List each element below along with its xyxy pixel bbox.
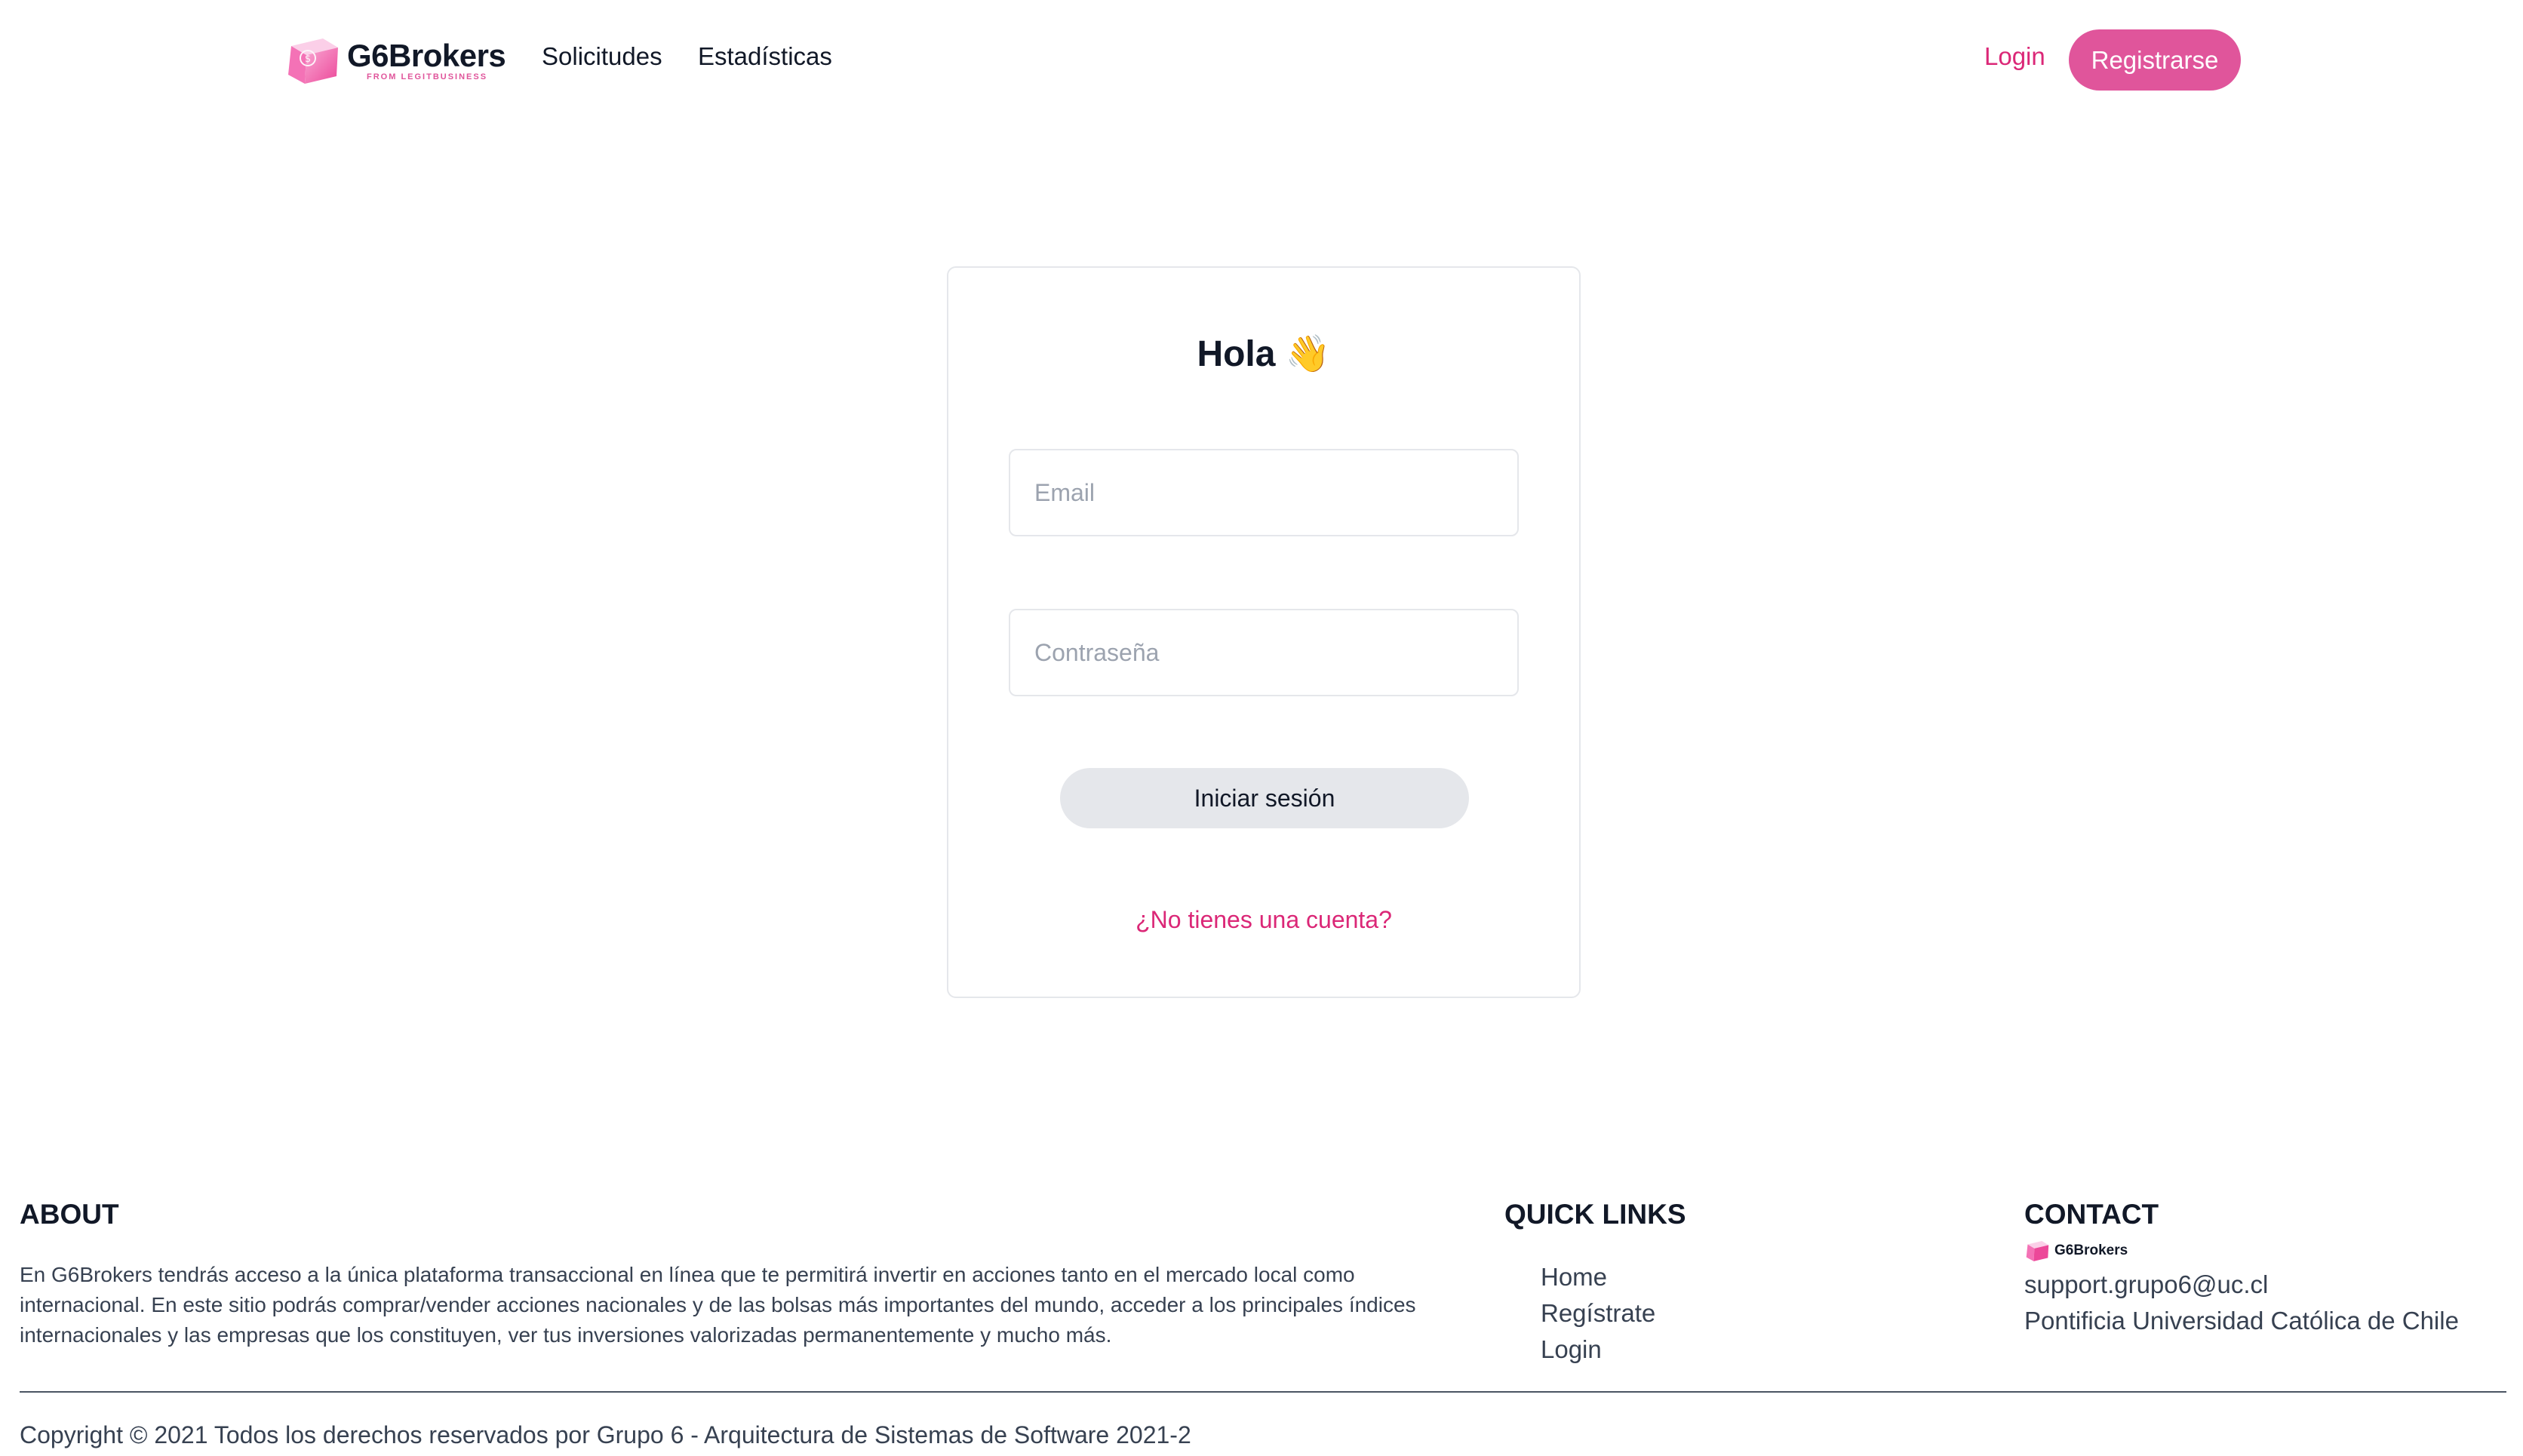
footer-link-registrate[interactable]: Regístrate <box>1541 1299 1655 1328</box>
footer-link-login[interactable]: Login <box>1541 1335 1602 1364</box>
contact-email[interactable]: support.grupo6@uc.cl <box>2024 1270 2268 1299</box>
brand-logo[interactable]: $ G6Brokers FROM LEGITBUSINESS <box>284 33 506 88</box>
footer-brand-logo: G6Brokers <box>2024 1239 2128 1262</box>
copyright-text: Copyright © 2021 Todos los derechos rese… <box>20 1421 1191 1448</box>
footer-quick-links-heading: QUICK LINKS <box>1504 1199 1686 1230</box>
signup-link[interactable]: ¿No tienes una cuenta? <box>948 906 1579 934</box>
contact-organization: Pontificia Universidad Católica de Chile <box>2024 1307 2459 1335</box>
login-card: Hola 👋 Email Contraseña Iniciar sesión ¿… <box>947 266 1581 998</box>
mini-logo-cube-icon <box>2026 1241 2049 1261</box>
brand-tagline: FROM LEGITBUSINESS <box>367 72 488 81</box>
footer-about-heading: ABOUT <box>20 1199 119 1230</box>
top-navbar: $ G6Brokers FROM LEGITBUSINESS Solicitud… <box>0 0 2523 124</box>
password-input[interactable]: Contraseña <box>1009 609 1519 696</box>
logo-cube-icon: $ <box>288 38 338 84</box>
nav-login-link[interactable]: Login <box>1984 42 2045 71</box>
footer-contact-heading: CONTACT <box>2024 1199 2159 1230</box>
svg-text:$: $ <box>305 54 311 65</box>
footer-brand-name: G6Brokers <box>2054 1243 2128 1258</box>
nav-link-solicitudes[interactable]: Solicitudes <box>542 42 662 71</box>
footer-about-text: En G6Brokers tendrás acceso a la única p… <box>20 1263 1416 1347</box>
footer-divider <box>20 1391 2506 1393</box>
password-placeholder: Contraseña <box>1034 638 1160 666</box>
email-input[interactable]: Email <box>1009 449 1519 536</box>
register-button[interactable]: Registrarse <box>2069 29 2241 91</box>
email-placeholder: Email <box>1034 478 1096 506</box>
login-submit-button[interactable]: Iniciar sesión <box>1060 768 1469 828</box>
nav-link-estadisticas[interactable]: Estadísticas <box>698 42 832 71</box>
footer-link-home[interactable]: Home <box>1541 1263 1607 1292</box>
brand-name: G6Brokers <box>347 37 506 73</box>
login-title: Hola 👋 <box>1197 334 1331 374</box>
